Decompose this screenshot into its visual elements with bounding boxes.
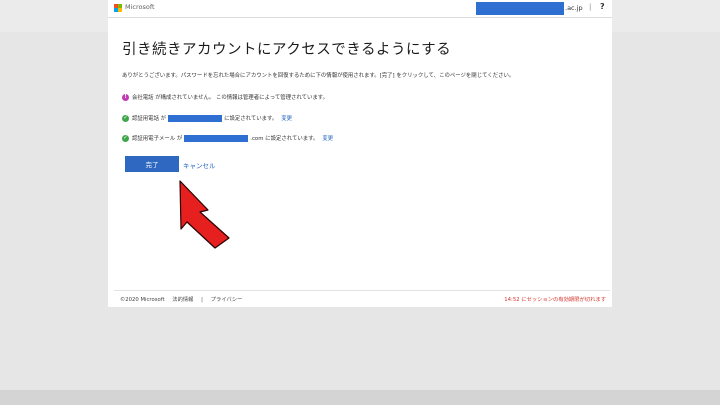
red-arrow-icon <box>179 180 230 249</box>
